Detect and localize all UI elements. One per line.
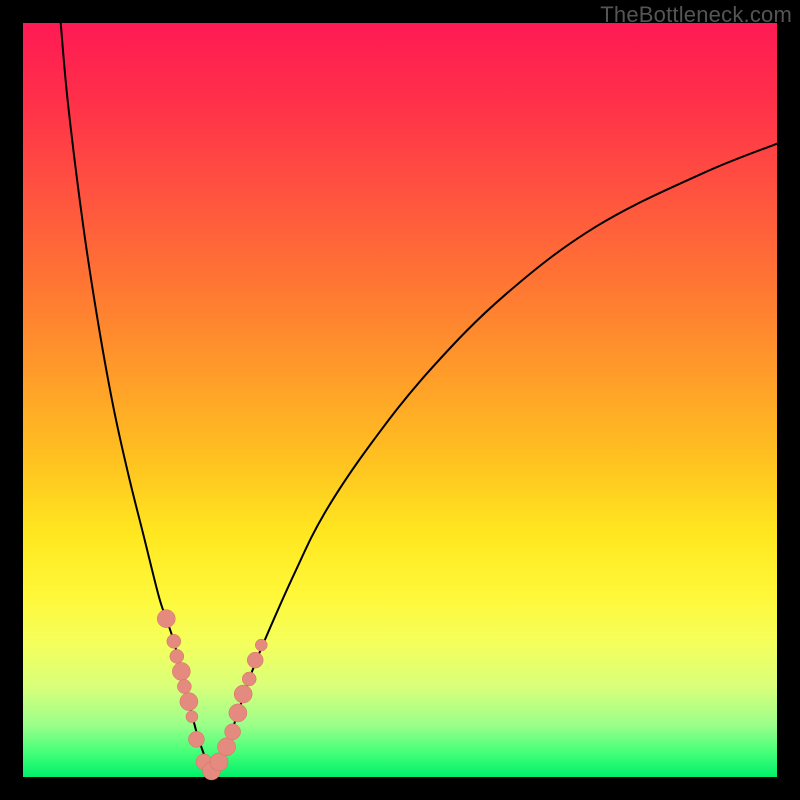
chart-frame: TheBottleneck.com [0,0,800,800]
chart-svg [23,23,777,777]
data-marker [172,662,190,680]
data-marker [255,639,267,651]
data-marker [247,652,263,668]
data-markers-group [157,610,267,780]
data-marker [186,711,198,723]
data-marker [177,680,191,694]
data-marker [229,704,247,722]
left-curve [61,23,212,771]
data-marker [234,685,252,703]
data-marker [242,672,256,686]
data-marker [188,731,204,747]
data-marker [170,649,184,663]
data-marker [157,610,175,628]
data-marker [180,693,198,711]
data-marker [225,724,241,740]
data-marker [218,738,236,756]
right-curve [212,144,778,771]
data-marker [167,634,181,648]
